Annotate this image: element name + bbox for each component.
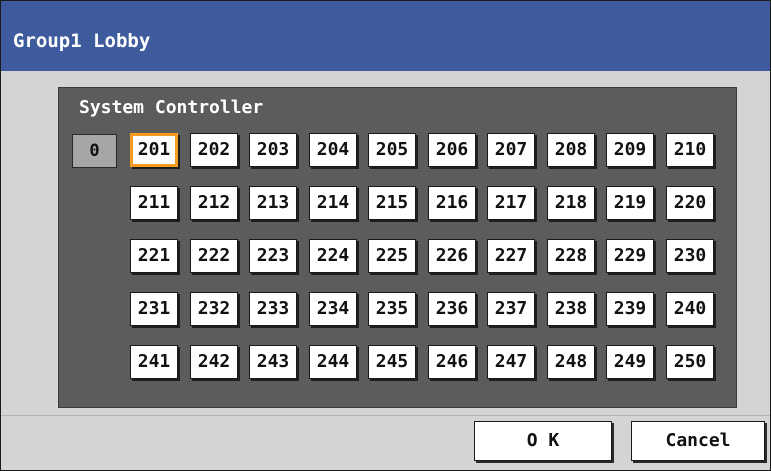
address-cell-208[interactable]: 208 <box>547 133 595 167</box>
address-cell-240[interactable]: 240 <box>666 292 714 326</box>
address-cell-210[interactable]: 210 <box>666 133 714 167</box>
address-cell-217[interactable]: 217 <box>487 186 535 220</box>
address-cell-215[interactable]: 215 <box>368 186 416 220</box>
system-controller-panel: System Controller 0 201 202 203 204 205 206 20… <box>58 87 737 408</box>
address-cell-204[interactable]: 204 <box>309 133 357 167</box>
address-cell-250[interactable]: 250 <box>666 345 714 379</box>
address-cell-222[interactable]: 222 <box>190 239 238 273</box>
address-cell-227[interactable]: 227 <box>487 239 535 273</box>
address-cell-233[interactable]: 233 <box>249 292 297 326</box>
address-cell-213[interactable]: 213 <box>249 186 297 220</box>
address-cell-230[interactable]: 230 <box>666 239 714 273</box>
address-cell-236[interactable]: 236 <box>428 292 476 326</box>
controller-address-display: 0 <box>72 134 117 168</box>
address-cell-248[interactable]: 248 <box>547 345 595 379</box>
address-cell-224[interactable]: 224 <box>309 239 357 273</box>
address-cell-203[interactable]: 203 <box>249 133 297 167</box>
address-cell-206[interactable]: 206 <box>428 133 476 167</box>
address-cell-235[interactable]: 235 <box>368 292 416 326</box>
address-grid: 201 202 203 204 205 206 207 208 209 210 211 212 213 2… <box>130 133 730 403</box>
title-bar: Group1 Lobby <box>1 1 770 71</box>
cancel-button[interactable]: Cancel <box>631 421 765 461</box>
dialog-window: Group1 Lobby System Controller 0 201 202 2… <box>0 0 771 471</box>
address-cell-232[interactable]: 232 <box>190 292 238 326</box>
address-cell-228[interactable]: 228 <box>547 239 595 273</box>
address-cell-218[interactable]: 218 <box>547 186 595 220</box>
address-cell-223[interactable]: 223 <box>249 239 297 273</box>
address-cell-229[interactable]: 229 <box>606 239 654 273</box>
address-cell-247[interactable]: 247 <box>487 345 535 379</box>
address-cell-246[interactable]: 246 <box>428 345 476 379</box>
panel-label: System Controller <box>79 97 264 118</box>
address-cell-202[interactable]: 202 <box>190 133 238 167</box>
address-cell-220[interactable]: 220 <box>666 186 714 220</box>
ok-button[interactable]: O K <box>474 421 612 461</box>
address-cell-219[interactable]: 219 <box>606 186 654 220</box>
address-cell-209[interactable]: 209 <box>606 133 654 167</box>
address-cell-216[interactable]: 216 <box>428 186 476 220</box>
address-cell-205[interactable]: 205 <box>368 133 416 167</box>
address-cell-249[interactable]: 249 <box>606 345 654 379</box>
address-cell-201[interactable]: 201 <box>130 133 178 167</box>
address-cell-212[interactable]: 212 <box>190 186 238 220</box>
address-cell-245[interactable]: 245 <box>368 345 416 379</box>
address-cell-231[interactable]: 231 <box>130 292 178 326</box>
footer-divider <box>1 415 770 416</box>
window-title: Group1 Lobby <box>13 30 151 52</box>
address-cell-239[interactable]: 239 <box>606 292 654 326</box>
address-cell-207[interactable]: 207 <box>487 133 535 167</box>
address-cell-243[interactable]: 243 <box>249 345 297 379</box>
address-cell-214[interactable]: 214 <box>309 186 357 220</box>
address-cell-211[interactable]: 211 <box>130 186 178 220</box>
address-cell-226[interactable]: 226 <box>428 239 476 273</box>
address-cell-241[interactable]: 241 <box>130 345 178 379</box>
address-cell-238[interactable]: 238 <box>547 292 595 326</box>
address-cell-221[interactable]: 221 <box>130 239 178 273</box>
address-cell-234[interactable]: 234 <box>309 292 357 326</box>
address-cell-244[interactable]: 244 <box>309 345 357 379</box>
address-cell-225[interactable]: 225 <box>368 239 416 273</box>
address-cell-237[interactable]: 237 <box>487 292 535 326</box>
address-cell-242[interactable]: 242 <box>190 345 238 379</box>
